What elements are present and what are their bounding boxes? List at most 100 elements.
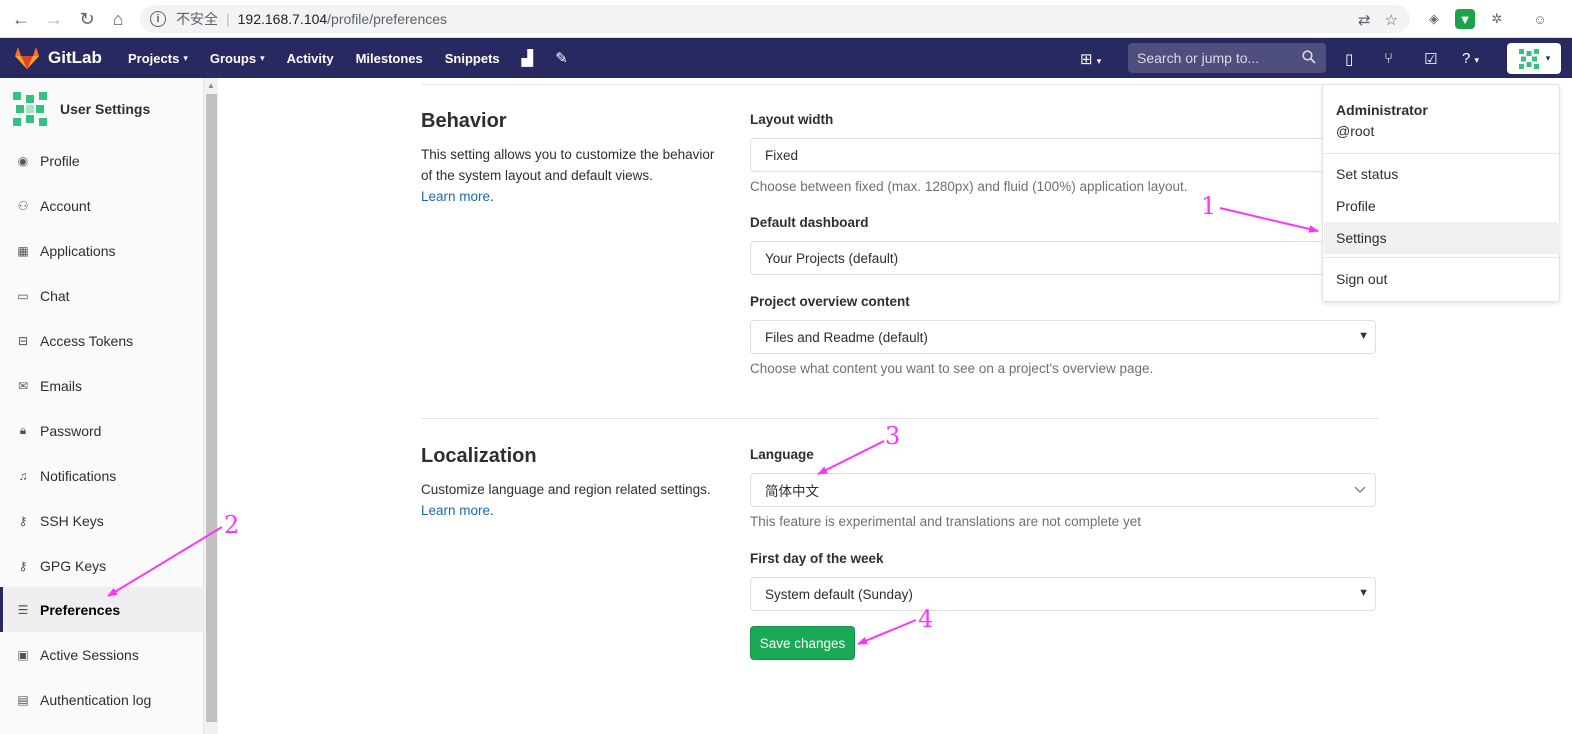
sidebar-item-active-sessions[interactable]: ▣ Active Sessions: [0, 632, 204, 677]
sidebar-item-notifications[interactable]: ♫ Notifications: [0, 453, 204, 498]
behavior-desc-text: This setting allows you to customize the…: [421, 147, 715, 183]
shield-extension-icon[interactable]: ▼: [1455, 9, 1475, 29]
save-changes-button[interactable]: Save changes: [750, 626, 855, 660]
layout-width-select[interactable]: Fixed: [750, 138, 1376, 172]
sidebar-title: User Settings: [60, 101, 151, 117]
dropdown-item-set-status[interactable]: Set status: [1324, 158, 1560, 190]
merge-request-icon[interactable]: ⑂: [1384, 50, 1393, 67]
gitlab-logo[interactable]: GitLab: [14, 46, 102, 70]
nav-snippets[interactable]: Snippets: [445, 51, 500, 66]
url-path: /profile/preferences: [327, 11, 448, 27]
sidebar-item-label: Profile: [40, 152, 80, 169]
sidebar-toggle-icon[interactable]: ▯: [1345, 50, 1353, 68]
sidebar-item-account[interactable]: ⚇ Account: [0, 183, 204, 228]
sidebar-item-authentication-log[interactable]: ▤ Authentication log: [0, 677, 204, 722]
dropdown-divider: [1323, 257, 1559, 258]
chevron-down-icon: ▾: [1545, 53, 1551, 63]
sidebar-item-label: Access Tokens: [40, 332, 134, 349]
learn-more-link[interactable]: Learn more: [421, 503, 490, 518]
sidebar-item-label: Authentication log: [40, 691, 152, 708]
profile-icon: ◉: [17, 153, 29, 168]
sidebar-item-emails[interactable]: ✉ Emails: [0, 363, 204, 408]
sidebar-item-access-tokens[interactable]: ⊟ Access Tokens: [0, 318, 204, 363]
help-icon[interactable]: ? ▾: [1462, 50, 1479, 67]
behavior-title: Behavior: [421, 110, 507, 132]
project-overview-label: Project overview content: [750, 294, 910, 309]
annotation-label-1: 1: [1201, 192, 1217, 220]
bell-icon: ♫: [18, 468, 28, 483]
key-icon: ⚷: [18, 513, 28, 528]
preferences-icon: ☰: [17, 602, 29, 617]
nav-groups[interactable]: Groups ▾: [210, 51, 265, 66]
back-icon[interactable]: ←: [9, 7, 33, 31]
nav-projects[interactable]: Projects ▾: [128, 51, 188, 66]
sidebar-item-label: Chat: [40, 287, 70, 304]
address-bar[interactable]: i 不安全 | 192.168.7.104/profile/preference…: [140, 5, 1410, 33]
sidebar-item-label: Notifications: [40, 467, 117, 484]
project-overview-value: Files and Readme (default): [765, 329, 928, 345]
language-help: This feature is experimental and transla…: [750, 514, 1141, 529]
chevron-down-icon: [1354, 486, 1366, 494]
extension-icon[interactable]: ✲: [1487, 9, 1507, 29]
sidebar-item-chat[interactable]: ▭ Chat: [0, 273, 204, 318]
localization-desc-text: Customize language and region related se…: [421, 482, 711, 497]
account-icon: ⚇: [17, 198, 29, 213]
token-icon: ⊟: [17, 333, 29, 348]
plus-square-icon[interactable]: ⊞ ▾: [1080, 50, 1101, 68]
user-avatar-icon: [13, 92, 47, 126]
sidebar-item-label: GPG Keys: [40, 557, 107, 574]
extension-icon[interactable]: ◈: [1424, 9, 1444, 29]
profile-avatar-icon[interactable]: ☺: [1530, 9, 1550, 29]
user-avatar-icon: [1518, 48, 1539, 69]
default-dashboard-select[interactable]: Your Projects (default): [750, 241, 1376, 275]
scrollbar-thumb[interactable]: [206, 94, 217, 722]
nav-activity[interactable]: Activity: [287, 51, 334, 66]
scroll-up-icon[interactable]: ▲: [207, 81, 215, 90]
sidebar-item-preferences[interactable]: ☰ Preferences: [0, 587, 204, 632]
search-input[interactable]: Search or jump to...: [1128, 43, 1326, 73]
sidebar-item-label: Emails: [40, 377, 83, 394]
project-overview-select[interactable]: Files and Readme (default) ▼: [750, 320, 1376, 354]
bookmark-star-icon[interactable]: ☆: [1385, 11, 1398, 29]
dropdown-item-sign-out[interactable]: Sign out: [1324, 263, 1560, 295]
language-select[interactable]: 简体中文: [750, 473, 1376, 507]
nav-activity-label: Activity: [286, 50, 334, 66]
dropdown-item-settings[interactable]: Settings: [1324, 222, 1560, 254]
info-icon[interactable]: i: [150, 11, 166, 27]
translate-icon[interactable]: ⇄: [1358, 11, 1371, 29]
nav-snippets-label: Snippets: [444, 50, 500, 66]
gitlab-tanuki-icon: [15, 47, 39, 69]
chart-icon[interactable]: ▟: [522, 49, 534, 67]
sidebar-item-ssh-keys[interactable]: ⚷ SSH Keys: [0, 498, 204, 543]
reload-icon[interactable]: ↻: [75, 7, 99, 31]
first-day-select[interactable]: System default (Sunday) ▼: [750, 577, 1376, 611]
todo-icon[interactable]: ☑: [1424, 50, 1437, 68]
annotation-arrow-4: [857, 619, 917, 645]
learn-more-link[interactable]: Learn more: [421, 189, 490, 204]
search-placeholder: Search or jump to...: [1137, 50, 1260, 66]
behavior-description: This setting allows you to customize the…: [421, 147, 715, 204]
annotation-label-2: 2: [224, 511, 240, 539]
sidebar-scrollbar[interactable]: ▲: [204, 78, 218, 734]
wrench-icon[interactable]: ✎: [555, 49, 568, 67]
forward-icon[interactable]: →: [42, 7, 66, 31]
home-icon[interactable]: ⌂: [106, 7, 130, 31]
sidebar-item-profile[interactable]: ◉ Profile: [0, 138, 204, 183]
gitlab-navbar: GitLab Projects ▾ Groups ▾ Activity Milest…: [0, 38, 1572, 78]
default-dashboard-value: Your Projects (default): [765, 250, 899, 266]
sidebar-item-applications[interactable]: ▦ Applications: [0, 228, 204, 273]
sidebar-item-label: Password: [40, 422, 102, 439]
nav-milestones[interactable]: Milestones: [356, 51, 423, 66]
annotation-arrow-3: [817, 440, 885, 475]
lock-icon: 🔒︎: [19, 423, 27, 437]
sidebar-item-password[interactable]: 🔒︎ Password: [0, 408, 204, 453]
nav-groups-label: Groups: [209, 50, 257, 66]
sidebar-item-gpg-keys[interactable]: ⚷ GPG Keys: [0, 543, 204, 588]
sidebar-header[interactable]: User Settings: [0, 78, 203, 140]
user-menu-button[interactable]: ▾: [1507, 43, 1561, 74]
section-divider: [421, 418, 1378, 419]
nav-milestones-label: Milestones: [355, 50, 423, 66]
sidebar-item-label: Preferences: [40, 601, 121, 618]
dropdown-item-profile[interactable]: Profile: [1324, 190, 1560, 222]
browser-toolbar: ← → ↻ ⌂ i 不安全 | 192.168.7.104/profile/pr…: [0, 0, 1572, 38]
